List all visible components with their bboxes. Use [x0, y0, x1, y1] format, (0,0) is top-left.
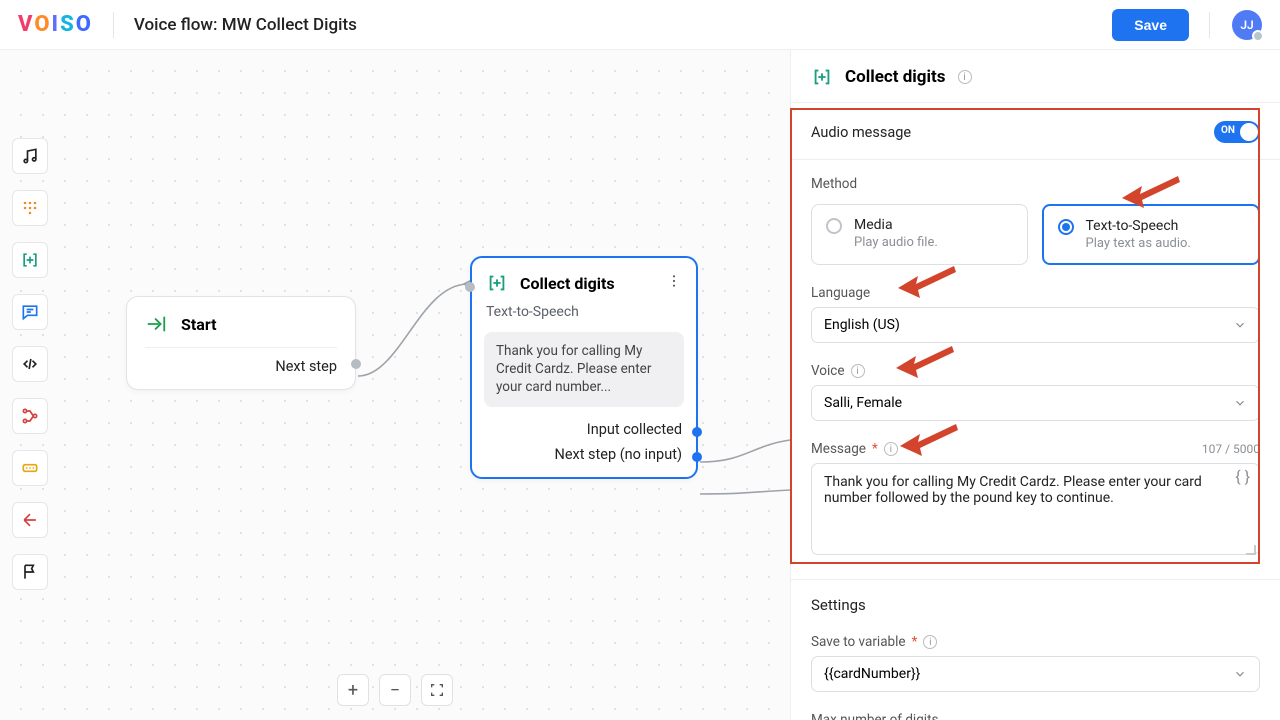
node-collect-digits[interactable]: Collect digits Text-to-Speech Thank you … — [470, 256, 698, 479]
language-label: Language — [811, 285, 1260, 301]
fullscreen-button[interactable] — [421, 674, 453, 706]
method-title: Text-to-Speech — [1086, 218, 1191, 234]
divider — [1209, 12, 1210, 38]
divider — [113, 12, 114, 38]
node-start[interactable]: Start Next step — [126, 296, 356, 390]
logo: VOISO — [18, 12, 93, 37]
avatar[interactable]: JJ — [1232, 10, 1262, 40]
node-output-label: Input collected — [587, 421, 682, 438]
method-media-card[interactable]: Media Play audio file. — [811, 204, 1028, 265]
settings-heading: Settings — [811, 596, 1260, 614]
node-output-label: Next step (no input) — [554, 446, 682, 463]
tool-branch[interactable] — [12, 398, 48, 434]
info-icon[interactable]: i — [923, 635, 937, 649]
tool-dialpad[interactable] — [12, 190, 48, 226]
port-out[interactable] — [351, 359, 361, 369]
radio-icon — [826, 218, 842, 234]
node-subtitle: Text-to-Speech — [472, 304, 696, 326]
tool-message[interactable] — [12, 294, 48, 330]
language-select[interactable]: English (US) — [811, 307, 1260, 343]
zoom-out-button[interactable]: − — [379, 674, 411, 706]
chevron-down-icon — [1233, 318, 1247, 332]
tool-music[interactable] — [12, 138, 48, 174]
collect-digits-icon — [811, 66, 833, 88]
method-tts-card[interactable]: Text-to-Speech Play text as audio. — [1042, 204, 1261, 265]
message-label: Message * i107 / 5000 — [811, 441, 1260, 457]
audio-message-heading: Audio message — [811, 124, 911, 141]
node-title: Start — [181, 315, 217, 334]
tool-flag[interactable] — [12, 554, 48, 590]
audio-message-toggle[interactable]: ON — [1214, 121, 1260, 143]
tool-code[interactable] — [12, 346, 48, 382]
voice-label: Voice i — [811, 363, 1260, 379]
resize-handle[interactable] — [1246, 545, 1256, 555]
save-button[interactable]: Save — [1112, 9, 1189, 41]
tool-recording[interactable] — [12, 450, 48, 486]
message-counter: 107 / 5000 — [1202, 442, 1260, 456]
save-to-variable-label: Save to variable * i — [811, 634, 1260, 650]
chevron-down-icon — [1233, 396, 1247, 410]
node-preview-text: Thank you for calling My Credit Cardz. P… — [484, 332, 684, 407]
tool-redirect[interactable] — [12, 502, 48, 538]
panel-title: Collect digits — [845, 67, 946, 87]
start-icon — [145, 313, 167, 335]
method-label: Method — [811, 176, 1260, 192]
kebab-icon — [666, 273, 682, 289]
node-output-label: Next step — [127, 358, 355, 389]
insert-variable-icon[interactable]: { } — [1235, 467, 1250, 486]
properties-panel: Collect digits i Audio message ON Method… — [790, 50, 1280, 720]
port-out[interactable] — [692, 427, 702, 437]
chevron-down-icon — [1233, 667, 1247, 681]
info-icon[interactable]: i — [884, 442, 898, 456]
tool-collect-digits[interactable] — [12, 242, 48, 278]
method-title: Media — [854, 217, 938, 233]
page-title: Voice flow: MW Collect Digits — [134, 15, 357, 35]
node-menu-button[interactable] — [666, 273, 682, 293]
collect-digits-icon — [486, 272, 508, 294]
node-title: Collect digits — [520, 274, 615, 293]
method-desc: Play text as audio. — [1086, 236, 1191, 251]
save-to-variable-select[interactable]: {{cardNumber}} — [811, 656, 1260, 692]
info-icon[interactable]: i — [958, 70, 972, 84]
method-desc: Play audio file. — [854, 235, 938, 250]
info-icon[interactable]: i — [851, 364, 865, 378]
port-in[interactable] — [465, 282, 475, 292]
max-digits-label: Max number of digits — [811, 712, 1260, 720]
voice-select[interactable]: Salli, Female — [811, 385, 1260, 421]
fullscreen-icon — [429, 682, 445, 698]
canvas[interactable]: Start Next step Collect digits Text-to-S… — [0, 50, 790, 720]
message-textarea[interactable] — [811, 463, 1260, 555]
radio-icon — [1058, 219, 1074, 235]
zoom-in-button[interactable]: + — [337, 674, 369, 706]
port-out[interactable] — [692, 452, 702, 462]
